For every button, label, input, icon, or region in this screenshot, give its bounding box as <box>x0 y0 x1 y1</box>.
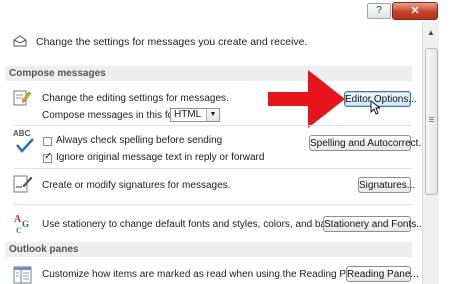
svg-text:C: C <box>16 226 22 234</box>
section-header-outlook-panes: Outlook panes <box>5 242 412 257</box>
mouse-cursor-icon <box>370 100 380 115</box>
stationery-fonts-button[interactable]: Stationery and Fonts... <box>323 216 425 232</box>
chevron-down-icon[interactable]: ▼ <box>206 109 219 121</box>
editing-settings-text: Change the editing settings for messages… <box>42 93 229 104</box>
help-button[interactable]: ? <box>367 3 391 19</box>
title-bar: ? ✕ <box>0 0 450 22</box>
svg-text:A: A <box>14 214 22 225</box>
envelope-icon <box>13 35 27 47</box>
scroll-up-icon[interactable]: ▲ <box>423 26 439 40</box>
annotation-arrow-icon <box>268 70 345 128</box>
scroll-thumb[interactable] <box>425 48 438 195</box>
spelling-autocorrect-button[interactable]: Spelling and Autocorrect... <box>309 135 427 151</box>
grip-icon <box>429 117 434 118</box>
ignore-original-label: Ignore original message text in reply or… <box>56 152 265 163</box>
format-select[interactable]: HTML ▼ <box>170 108 220 122</box>
separator <box>14 168 412 169</box>
signature-icon <box>13 175 33 193</box>
abc-icon-label: ABC <box>13 129 31 138</box>
reading-pane-button[interactable]: Reading Pane... <box>346 266 419 282</box>
mail-options-panel: Change the settings for messages you cre… <box>0 22 427 284</box>
section-header-compose: Compose messages <box>5 66 412 81</box>
signatures-text: Create or modify signatures for messages… <box>42 180 231 191</box>
checkmark-icon <box>16 138 34 153</box>
format-select-value: HTML <box>174 109 202 120</box>
signatures-button[interactable]: Signatures... <box>358 177 415 193</box>
always-check-spelling-label: Always check spelling before sending <box>56 135 223 146</box>
reading-pane-text: Customize how items are marked as read w… <box>42 269 366 280</box>
ignore-original-checkbox[interactable] <box>43 151 52 163</box>
pencil-paper-icon <box>13 90 31 106</box>
intro-text: Change the settings for messages you cre… <box>36 36 308 48</box>
reading-pane-icon <box>13 266 32 284</box>
separator <box>14 204 412 205</box>
separator <box>14 125 412 126</box>
vertical-scrollbar[interactable]: ▲ <box>422 22 439 284</box>
window-edge <box>439 22 450 284</box>
stationery-fonts-icon: A G C <box>14 214 29 234</box>
outlook-options-window: ? ✕ Change the settings for messages you… <box>0 0 450 284</box>
always-check-spelling-checkbox[interactable] <box>43 137 52 146</box>
close-button[interactable]: ✕ <box>392 2 438 20</box>
svg-text:G: G <box>22 219 29 229</box>
annotation-arrow-shape <box>268 70 345 128</box>
